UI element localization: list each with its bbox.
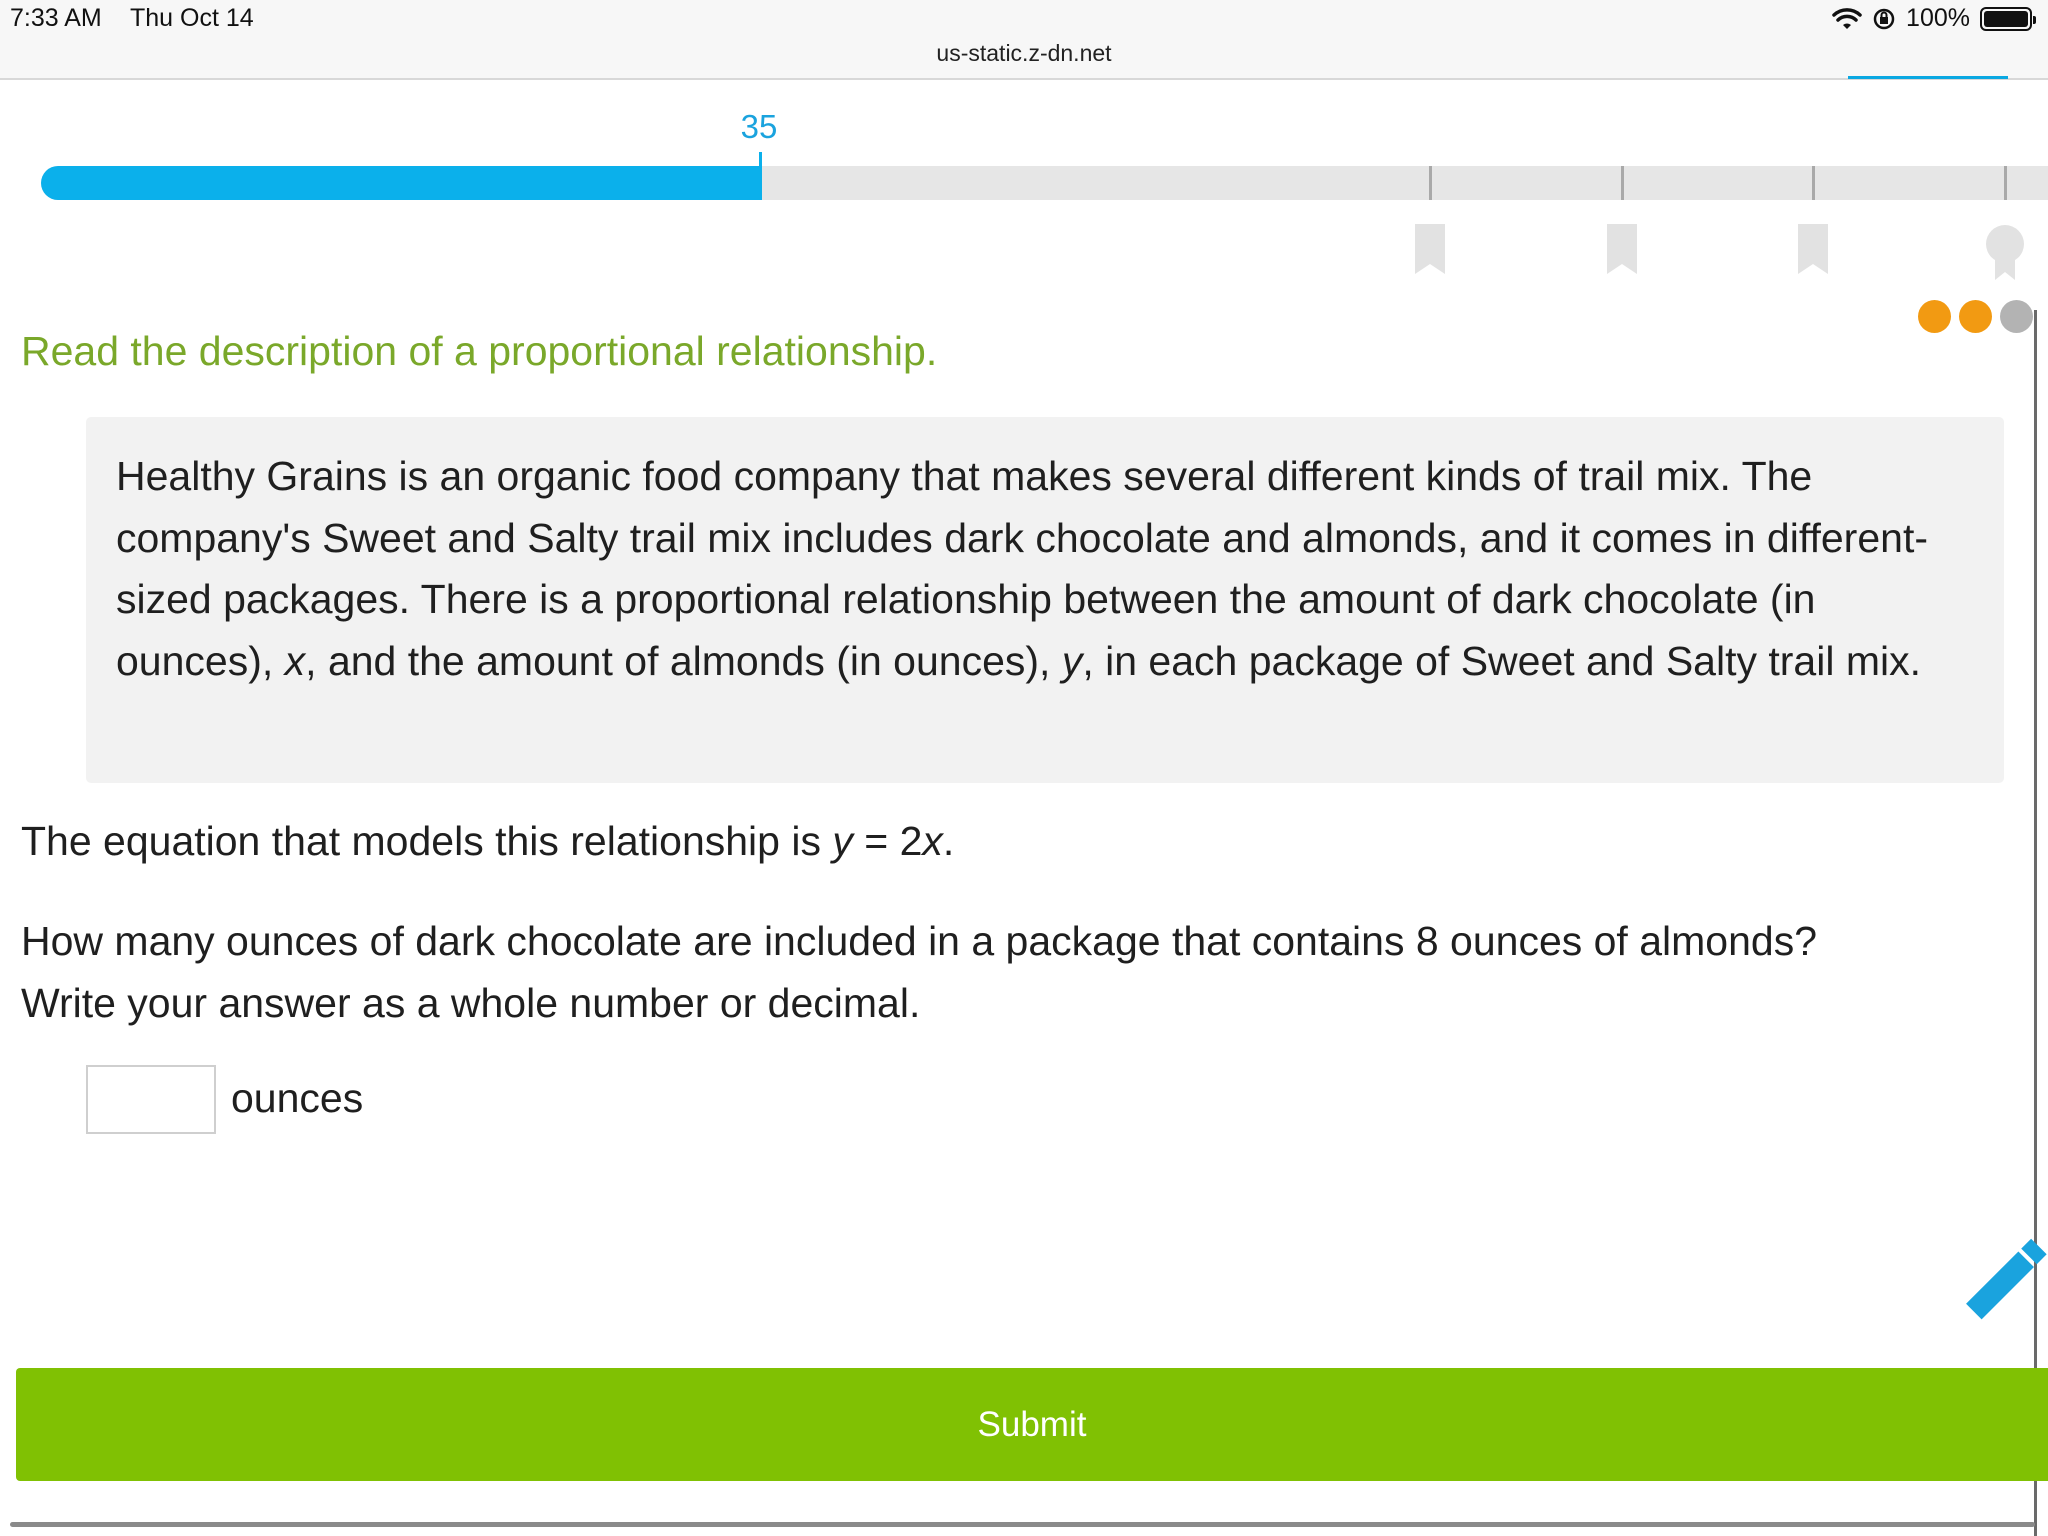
pencil-icon[interactable]: [1952, 1236, 2048, 1332]
progress-tick: [1621, 166, 1624, 200]
bookmark-icon: [1415, 224, 1445, 274]
description-text: Healthy Grains is an organic food compan…: [116, 453, 1928, 684]
status-indicators: 100%: [1832, 4, 2036, 33]
header-accent: [1848, 76, 2008, 79]
progress-marker: [759, 152, 762, 200]
equation-text: The equation that models this relationsh…: [21, 818, 955, 864]
orientation-lock-icon: [1873, 8, 1895, 29]
prompt-line: Write your answer as a whole number or d…: [21, 979, 921, 1026]
wifi-icon: [1832, 7, 1862, 29]
bookmark-icon: [1607, 224, 1637, 274]
url-bar[interactable]: us-static.z-dn.net: [0, 40, 2048, 67]
answer-input[interactable]: [86, 1065, 216, 1134]
battery-percent: 100%: [1906, 4, 1970, 32]
battery-icon: [1980, 6, 2036, 31]
progress-dot: [1918, 300, 1951, 333]
status-time: 7:33 AM: [10, 4, 102, 32]
status-date: Thu Oct 14: [130, 4, 254, 32]
question-dots: [1918, 300, 2033, 333]
answer-unit: ounces: [231, 1075, 364, 1121]
submit-button[interactable]: Submit: [16, 1368, 2048, 1481]
progress-track: [41, 152, 2048, 200]
bookmark-icon: [1798, 224, 1828, 274]
medal-icon: [1986, 225, 2024, 280]
home-indicator: [10, 1522, 2035, 1527]
variable-y: y: [1061, 637, 1083, 684]
instruction-text: Read the description of a proportional r…: [21, 328, 938, 374]
progress-fill: [41, 166, 761, 200]
progress-dot: [1959, 300, 1992, 333]
progress-tick: [2004, 166, 2007, 200]
question-prompt: How many ounces of dark chocolate are in…: [21, 911, 2048, 1034]
variable-x: x: [284, 637, 306, 684]
progress-dot: [2000, 300, 2033, 333]
progress-score: 35: [740, 108, 778, 145]
prompt-line: How many ounces of dark chocolate are in…: [21, 918, 1817, 964]
progress-tick: [1812, 166, 1815, 200]
status-bar: 7:33 AM Thu Oct 14 100% us-static.z-dn.n…: [0, 0, 2048, 80]
progress-tick: [1429, 166, 1432, 200]
